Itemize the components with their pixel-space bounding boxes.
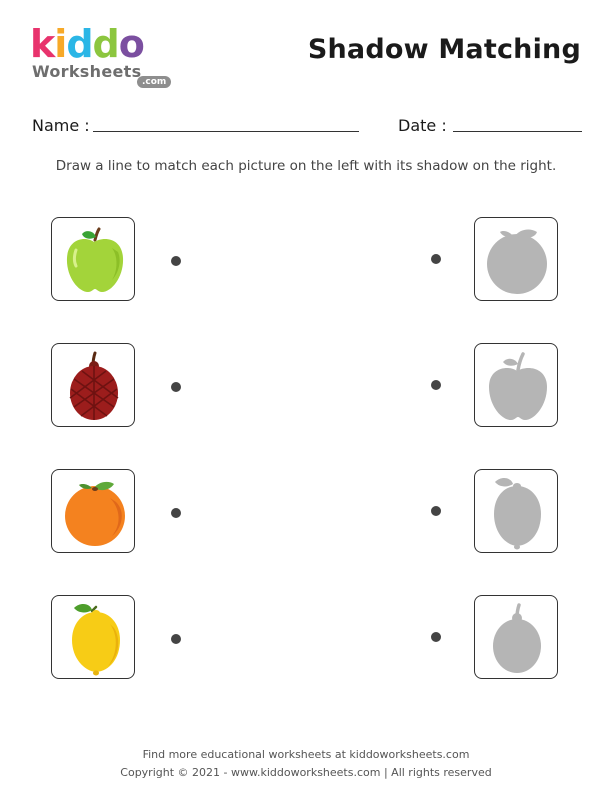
logo-domain-badge: .com [137,76,172,88]
left-dot-2[interactable] [171,382,181,392]
logo-letter-d1: d [66,22,93,66]
name-line[interactable] [93,131,359,132]
logo-letter-o: o [118,22,145,66]
left-card-1 [51,217,135,301]
orange-shadow-icon [487,229,547,294]
left-card-3 [51,469,135,553]
apple-shadow-icon [489,352,547,420]
right-dot-3[interactable] [431,506,441,516]
instructions-text: Draw a line to match each picture on the… [55,158,557,174]
left-card-4 [51,595,135,679]
footer-line-2: Copyright © 2021 - www.kiddoworksheets.c… [120,766,492,779]
green-apple-icon [66,227,124,292]
logo-smile-icon [155,64,165,68]
lemon-shadow-icon [494,478,541,550]
right-card-2 [474,343,558,427]
page-title: Shadow Matching [307,34,581,65]
name-label: Name : [32,116,90,135]
left-card-2 [51,343,135,427]
date-label: Date : [398,116,447,135]
left-dot-4[interactable] [171,634,181,644]
footer-line-1: Find more educational worksheets at kidd… [142,748,470,761]
right-dot-2[interactable] [431,380,441,390]
date-line[interactable] [453,131,582,132]
right-card-4 [474,595,558,679]
logo-worksheets-text: Worksheets [32,62,142,81]
lychee-icon [69,351,119,420]
logo-letter-d2: d [92,22,120,66]
right-card-3 [474,469,558,553]
kiddo-worksheets-logo: kiddo Worksheets .com [30,22,180,88]
right-dot-1[interactable] [431,254,441,264]
right-card-1 [474,217,558,301]
orange-icon [65,481,125,546]
logo-kiddo-text: kiddo [30,22,145,66]
logo-letter-k: k [30,22,55,66]
logo-letter-i: i [54,22,67,66]
right-dot-4[interactable] [431,632,441,642]
left-dot-3[interactable] [171,508,181,518]
lychee-shadow-icon [493,603,541,673]
lemon-icon [72,604,120,676]
left-dot-1[interactable] [171,256,181,266]
